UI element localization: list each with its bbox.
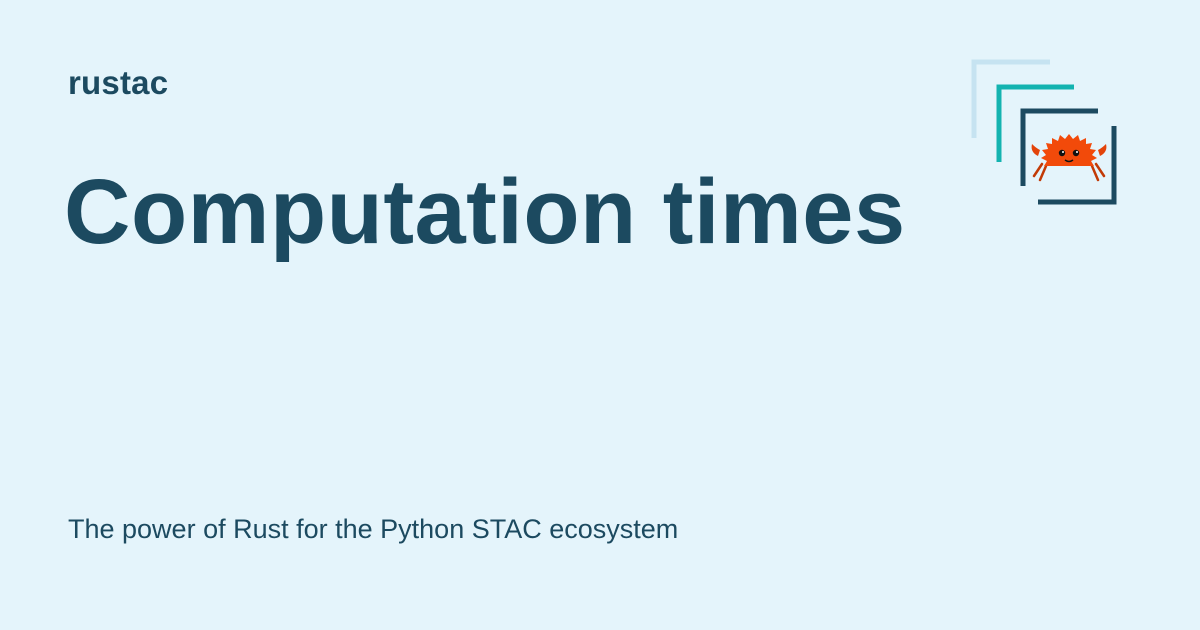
page-description: The power of Rust for the Python STAC ec… (68, 514, 679, 544)
outer-frame-shape (971, 59, 1050, 138)
stac-rust-crab-logo-icon (971, 59, 1117, 205)
page-title: Computation times (64, 161, 906, 263)
site-name: rustac (68, 64, 169, 101)
crab-icon (1031, 134, 1107, 182)
